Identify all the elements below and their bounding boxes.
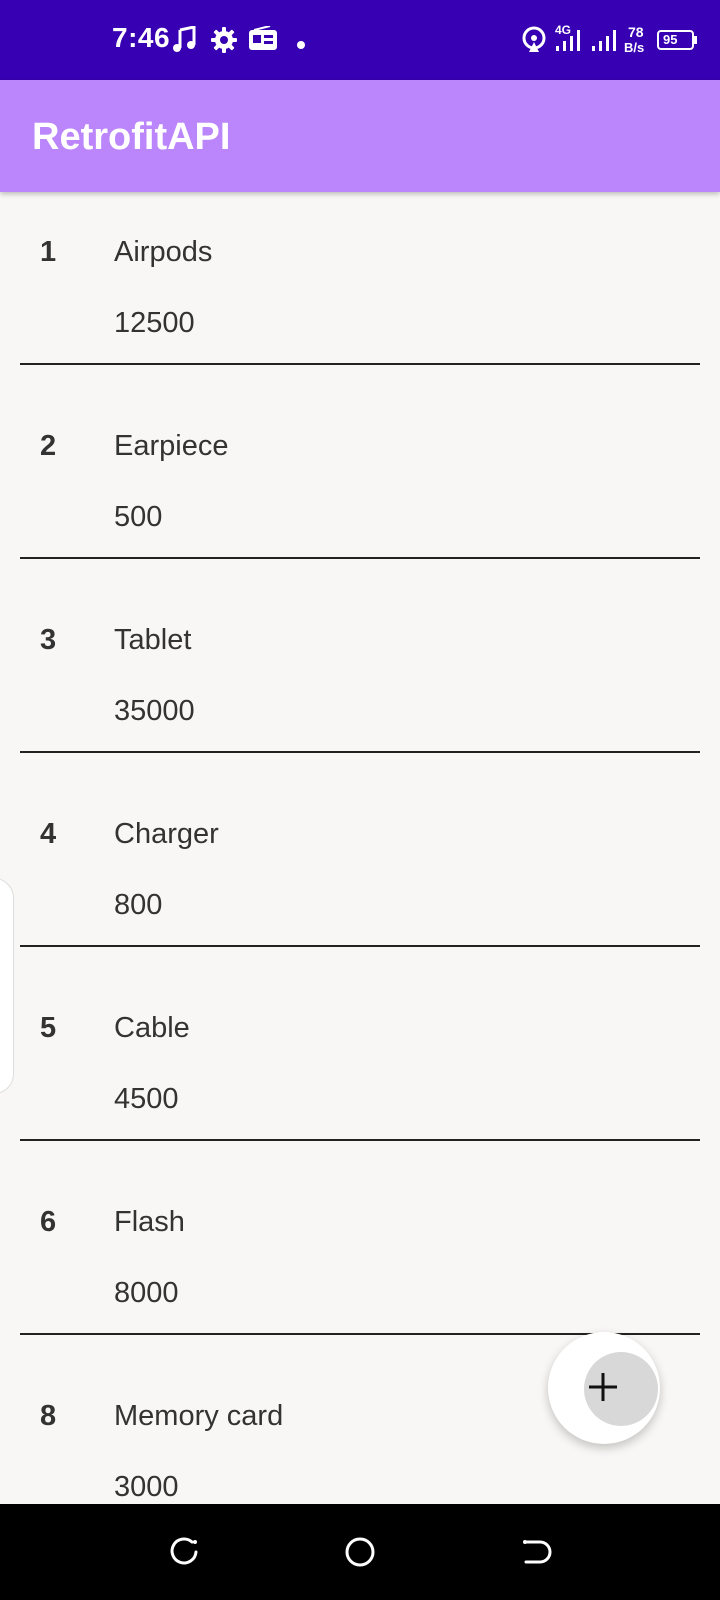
plus-icon bbox=[586, 1370, 620, 1409]
item-price: 500 bbox=[114, 501, 163, 533]
item-name: Earpiece bbox=[114, 430, 229, 462]
item-id: 6 bbox=[40, 1206, 57, 1238]
battery-icon: 95 bbox=[657, 30, 697, 50]
item-price: 800 bbox=[114, 889, 163, 921]
battery-level: 95 bbox=[663, 32, 678, 47]
item-id: 5 bbox=[40, 1012, 57, 1044]
item-price: 8000 bbox=[114, 1277, 179, 1309]
signal-icon bbox=[556, 30, 584, 57]
navigation-bar bbox=[0, 1504, 720, 1600]
hotspot-icon bbox=[520, 26, 548, 59]
item-name: Tablet bbox=[114, 624, 192, 656]
status-time: 7:46 bbox=[112, 22, 171, 53]
radio-icon bbox=[248, 25, 278, 57]
screen: 7:46 4G 78 B/s 95 RetrofitAPI 1 Airpods … bbox=[0, 0, 720, 1600]
back-icon[interactable] bbox=[520, 1536, 552, 1573]
item-id: 3 bbox=[40, 624, 57, 656]
item-name: Charger bbox=[114, 818, 219, 850]
app-bar: RetrofitAPI bbox=[0, 80, 720, 192]
network-speed-value: 78 bbox=[628, 24, 644, 40]
recents-icon[interactable] bbox=[168, 1536, 200, 1573]
divider bbox=[20, 557, 700, 559]
app-title: RetrofitAPI bbox=[32, 116, 231, 158]
list-item[interactable]: 1 Airpods 12500 bbox=[0, 192, 720, 386]
list-item[interactable]: 6 Flash 8000 bbox=[0, 1162, 720, 1356]
add-item-button[interactable] bbox=[548, 1332, 660, 1444]
divider bbox=[20, 751, 700, 753]
list-item[interactable]: 2 Earpiece 500 bbox=[0, 386, 720, 580]
list-item[interactable]: 3 Tablet 35000 bbox=[0, 580, 720, 774]
item-name: Airpods bbox=[114, 236, 213, 268]
home-icon[interactable] bbox=[344, 1536, 376, 1573]
item-name: Flash bbox=[114, 1206, 185, 1238]
list-item[interactable]: 4 Charger 800 bbox=[0, 774, 720, 968]
divider bbox=[20, 1139, 700, 1141]
music-icon bbox=[172, 25, 198, 59]
item-name: Memory card bbox=[114, 1400, 284, 1432]
divider bbox=[20, 945, 700, 947]
signal-icon-2 bbox=[592, 30, 620, 57]
status-bar: 7:46 4G 78 B/s 95 bbox=[0, 0, 720, 80]
settings-icon bbox=[210, 26, 238, 59]
list-item[interactable]: 5 Cable 4500 bbox=[0, 968, 720, 1162]
network-speed-unit: B/s bbox=[624, 40, 645, 55]
item-price: 4500 bbox=[114, 1083, 179, 1115]
item-id: 4 bbox=[40, 818, 57, 850]
item-price: 3000 bbox=[114, 1471, 179, 1503]
dot-icon bbox=[297, 36, 305, 54]
divider bbox=[20, 363, 700, 365]
item-id: 1 bbox=[40, 236, 57, 268]
item-name: Cable bbox=[114, 1012, 190, 1044]
item-price: 12500 bbox=[114, 307, 195, 339]
edge-panel-handle[interactable] bbox=[0, 878, 14, 1094]
product-list[interactable]: 1 Airpods 12500 2 Earpiece 500 3 Tablet … bbox=[0, 192, 720, 1504]
item-price: 35000 bbox=[114, 695, 195, 727]
item-id: 8 bbox=[40, 1400, 57, 1432]
item-id: 2 bbox=[40, 430, 57, 462]
